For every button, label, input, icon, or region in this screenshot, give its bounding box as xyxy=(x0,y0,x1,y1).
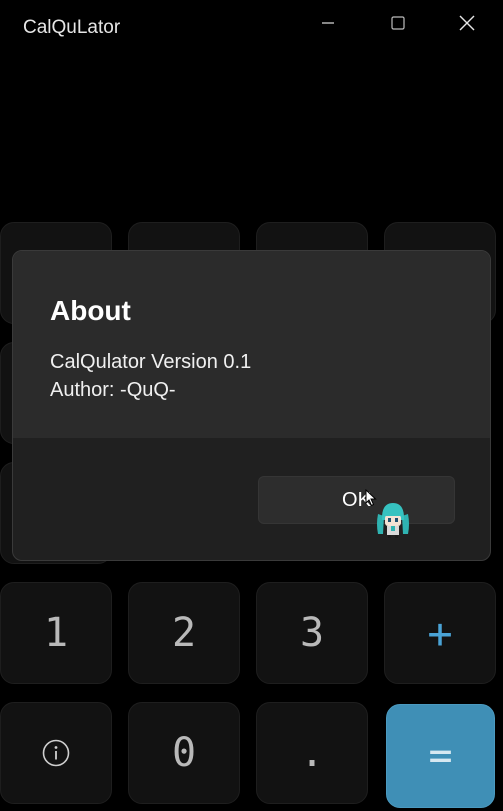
info-button[interactable] xyxy=(0,702,112,804)
maximize-button[interactable] xyxy=(365,0,431,46)
key-1[interactable]: 1 xyxy=(0,582,112,684)
minimize-icon xyxy=(322,22,334,24)
author-text: Author: -QuQ- xyxy=(50,379,176,401)
minimize-button[interactable] xyxy=(295,0,361,46)
about-dialog: About CalQulator Version 0.1 Author: -Qu… xyxy=(12,250,491,561)
version-text: CalQulator Version 0.1 xyxy=(50,351,252,373)
key-plus[interactable]: + xyxy=(384,582,496,684)
key-3[interactable]: 3 xyxy=(256,582,368,684)
key-decimal[interactable]: . xyxy=(256,702,368,804)
key-equals[interactable]: = xyxy=(386,704,495,808)
key-0[interactable]: 0 xyxy=(128,702,240,804)
info-icon xyxy=(42,739,70,767)
ok-button[interactable]: OK xyxy=(258,476,455,524)
mascot-sticker-icon xyxy=(377,503,409,538)
close-button[interactable] xyxy=(434,0,500,46)
maximize-icon xyxy=(391,16,405,30)
close-icon xyxy=(459,15,475,31)
app-title: CalQuLator xyxy=(23,17,121,38)
dialog-title: About xyxy=(50,295,131,326)
dialog-content-area xyxy=(13,251,490,438)
key-2[interactable]: 2 xyxy=(128,582,240,684)
title-bar: CalQuLator xyxy=(0,0,503,52)
